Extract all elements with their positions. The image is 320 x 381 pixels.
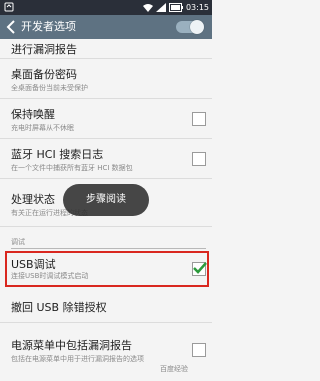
- item-title: 桌面备份密码: [11, 68, 77, 81]
- power-menu-bug-report-checkbox[interactable]: [192, 343, 206, 357]
- item-title: 保持唤醒: [11, 108, 55, 121]
- back-arrow-icon[interactable]: [4, 19, 18, 35]
- list-item-revoke-usb-authorization[interactable]: 撤回 USB 除错授权: [0, 289, 212, 323]
- settings-list: 进行漏洞报告 桌面备份密码 全桌面备份当前未受保护 保持唤醒 充电时屏幕从不休眠…: [0, 39, 212, 381]
- notification-icon: [4, 2, 14, 12]
- list-item-stay-awake[interactable]: 保持唤醒 充电时屏幕从不休眠: [0, 99, 212, 139]
- usb-debugging-highlight: [5, 251, 209, 287]
- page-title: 开发者选项: [21, 20, 76, 33]
- list-item-bluetooth-hci-log[interactable]: 蓝牙 HCI 搜索日志 在一个文件中捕获所有蓝牙 HCI 数据包: [0, 139, 212, 179]
- section-header-debugging: 调试: [11, 238, 25, 246]
- section-divider: [11, 248, 206, 249]
- status-bar: 03:15: [0, 0, 212, 15]
- stay-awake-checkbox[interactable]: [192, 112, 206, 126]
- item-title: 进行漏洞报告: [11, 43, 77, 56]
- item-summary: 全桌面备份当前未受保护: [11, 84, 88, 92]
- developer-options-toggle[interactable]: [176, 20, 204, 34]
- app-bar: 开发者选项: [0, 15, 212, 39]
- list-item-desktop-backup-password[interactable]: 桌面备份密码 全桌面备份当前未受保护: [0, 59, 212, 99]
- toggle-knob: [190, 20, 204, 34]
- bluetooth-hci-log-checkbox[interactable]: [192, 152, 206, 166]
- wifi-icon: [142, 4, 153, 12]
- list-item-bug-report[interactable]: 进行漏洞报告: [0, 39, 212, 59]
- watermark: 百度经验: [160, 365, 188, 373]
- battery-icon: [168, 3, 183, 12]
- step-read-overlay[interactable]: 步骤阅读: [63, 184, 149, 216]
- item-title: 处理状态: [11, 193, 55, 206]
- item-summary: 包括在电源菜单中用于进行漏洞报告的选项: [11, 355, 144, 363]
- item-title: 电源菜单中包括漏洞报告: [11, 339, 132, 352]
- item-title: 蓝牙 HCI 搜索日志: [11, 148, 104, 161]
- item-title: 撤回 USB 除错授权: [11, 301, 107, 314]
- item-summary: 充电时屏幕从不休眠: [11, 124, 74, 132]
- status-time: 03:15: [185, 3, 209, 12]
- signal-icon: [155, 3, 166, 12]
- item-summary: 在一个文件中捕获所有蓝牙 HCI 数据包: [11, 164, 133, 172]
